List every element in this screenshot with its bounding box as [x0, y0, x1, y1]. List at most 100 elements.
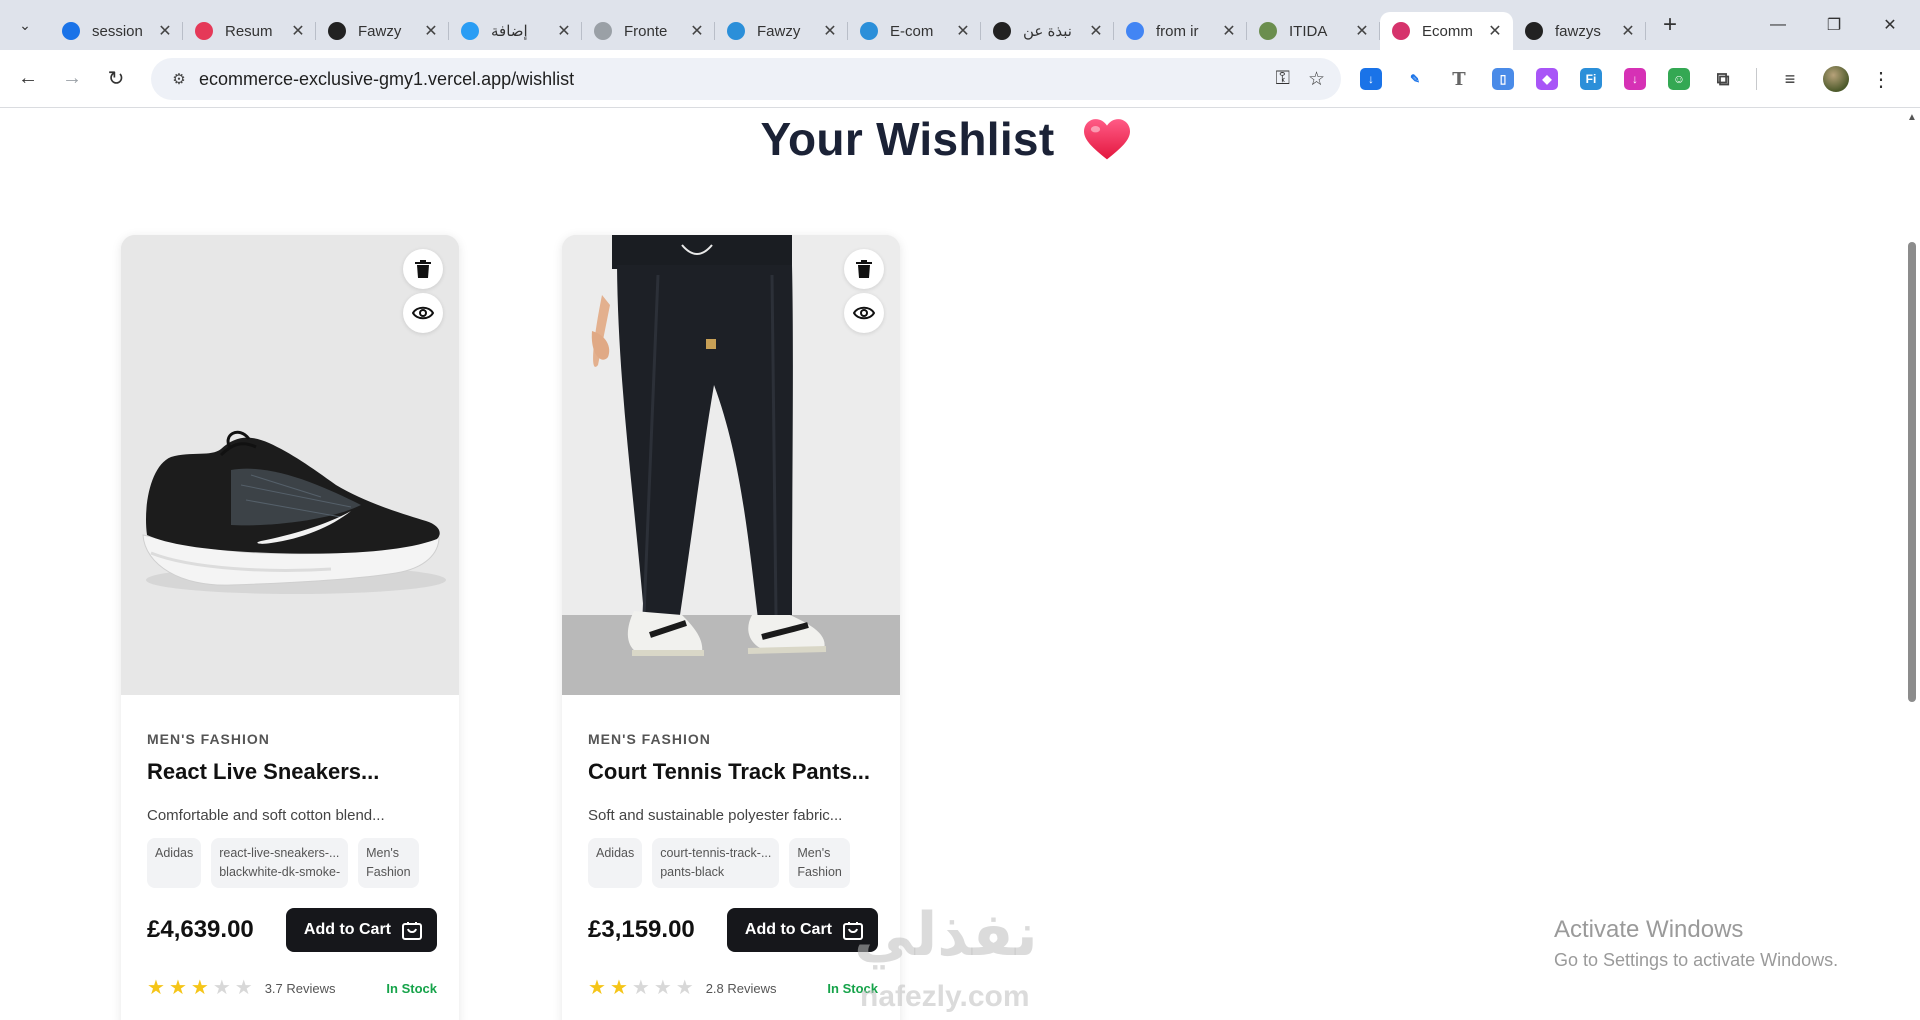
- tab-title: fawzys: [1555, 22, 1601, 40]
- puzzle-extensions-icon[interactable]: ⧉: [1712, 68, 1734, 90]
- extensions-area: ↓ ✎ T ▯ ◆ Fi ↓ ☺ ⧉ ≡ ⋮: [1360, 58, 1891, 100]
- tab-close-icon[interactable]: ✕: [689, 21, 705, 41]
- quick-view-button[interactable]: [403, 293, 443, 333]
- circle-app-icon: [461, 22, 479, 40]
- tab-close-icon[interactable]: ✕: [290, 21, 306, 41]
- restore-button[interactable]: ❐: [1806, 0, 1862, 50]
- tab-title: Fawzy: [358, 22, 402, 40]
- browser-tab[interactable]: fawzys ✕: [1513, 12, 1646, 50]
- review-count[interactable]: 3.7 Reviews: [265, 981, 336, 996]
- price-row: £4,639.00 Add to Cart: [147, 908, 437, 952]
- scroll-thumb[interactable]: [1908, 242, 1916, 702]
- add-to-cart-button[interactable]: Add to Cart: [285, 908, 437, 952]
- tab-search-button[interactable]: ⌄: [0, 0, 50, 50]
- tab-close-icon[interactable]: ✕: [822, 21, 838, 41]
- media-controls-icon[interactable]: ≡: [1779, 68, 1801, 90]
- star-icon: ★: [147, 977, 165, 999]
- scroll-up-arrow-icon[interactable]: ▲: [1907, 112, 1917, 123]
- browser-tab[interactable]: ITIDA ✕: [1247, 12, 1380, 50]
- back-button[interactable]: ←: [6, 57, 50, 101]
- tab-close-icon[interactable]: ✕: [1620, 21, 1636, 41]
- angular-icon: [1392, 22, 1410, 40]
- tag-slug: court-tennis-track-... pants-black: [652, 838, 780, 888]
- tag-category: Men's Fashion: [358, 838, 419, 888]
- robot-extension-icon[interactable]: ☺: [1668, 68, 1690, 90]
- site-info-icon[interactable]: ⚙: [159, 70, 199, 88]
- tab-close-icon[interactable]: ✕: [1088, 21, 1104, 41]
- browser-tab[interactable]: Fawzy ✕: [715, 12, 848, 50]
- tab-close-icon[interactable]: ✕: [556, 21, 572, 41]
- close-window-button[interactable]: ✕: [1862, 0, 1918, 50]
- tab-close-icon[interactable]: ✕: [955, 21, 971, 41]
- add-to-cart-label: Add to Cart: [303, 921, 391, 938]
- tab-title: Fawzy: [757, 22, 801, 40]
- tab-title: Resum: [225, 22, 273, 40]
- tab-strip: ⌄ session ✕ Resum ✕ Fawzy ✕ إضافة ✕ Fronte ✕ Fawzy…: [0, 0, 1920, 50]
- remove-from-wishlist-button[interactable]: [403, 249, 443, 289]
- stock-status: In Stock: [386, 980, 437, 996]
- minimize-button[interactable]: —: [1750, 0, 1806, 50]
- fi-extension-icon[interactable]: Fi: [1580, 68, 1602, 90]
- eye-icon: [412, 306, 434, 320]
- trash-icon: [415, 260, 431, 278]
- forward-button[interactable]: →: [50, 57, 94, 101]
- product-description: Comfortable and soft cotton blend...: [147, 807, 385, 824]
- star-icon: ★: [212, 977, 231, 999]
- password-key-icon[interactable]: ⚿: [1275, 68, 1289, 91]
- browser-tab[interactable]: Resum ✕: [183, 12, 316, 50]
- profile-avatar[interactable]: [1823, 66, 1849, 92]
- toolbar-separator: [1756, 68, 1757, 90]
- bird-app-icon: [860, 22, 878, 40]
- trash-icon: [856, 260, 872, 278]
- tab-title: Fronte: [624, 22, 668, 40]
- openai-icon: [993, 22, 1011, 40]
- watermark-arabic: نفذلي: [854, 900, 1038, 970]
- pen-extension-icon[interactable]: ✎: [1404, 68, 1426, 90]
- star-rating: ★ ★ ★ ★ ★: [147, 978, 253, 998]
- browser-tab[interactable]: Ecomm ✕: [1380, 12, 1513, 50]
- page-title-text: Your Wishlist: [760, 113, 1055, 165]
- save-extension-icon[interactable]: ↓: [1624, 68, 1646, 90]
- review-count[interactable]: 2.8 Reviews: [706, 981, 777, 996]
- card-body: MEN'S FASHION Court Tennis Track Pants..…: [588, 695, 878, 998]
- new-tab-button[interactable]: +: [1652, 7, 1688, 43]
- docs-extension-icon[interactable]: ▯: [1492, 68, 1514, 90]
- browser-tab[interactable]: إضافة ✕: [449, 12, 582, 50]
- remove-from-wishlist-button[interactable]: [844, 249, 884, 289]
- tab-close-icon[interactable]: ✕: [1221, 21, 1237, 41]
- address-bar[interactable]: ⚙ ecommerce-exclusive-gmy1.vercel.app/wi…: [151, 58, 1341, 100]
- url-text[interactable]: ecommerce-exclusive-gmy1.vercel.app/wish…: [199, 69, 574, 90]
- browser-tab[interactable]: from ir ✕: [1114, 12, 1247, 50]
- quick-view-button[interactable]: [844, 293, 884, 333]
- text-extension-icon[interactable]: T: [1448, 68, 1470, 90]
- product-tags: Adidas react-live-sneakers-... blackwhite…: [147, 838, 437, 888]
- browser-tab[interactable]: session ✕: [50, 12, 183, 50]
- tab-close-icon[interactable]: ✕: [157, 21, 173, 41]
- browser-tab[interactable]: Fawzy ✕: [316, 12, 449, 50]
- wishlist-card: MEN'S FASHION Court Tennis Track Pants..…: [562, 235, 900, 1020]
- bookmark-star-icon[interactable]: ☆: [1308, 68, 1325, 91]
- download-extension-icon[interactable]: ↓: [1360, 68, 1382, 90]
- cart-icon: [402, 922, 422, 940]
- eye-icon: [853, 306, 875, 320]
- browser-tab[interactable]: نبذة عن ✕: [981, 12, 1114, 50]
- product-name[interactable]: React Live Sneakers...: [147, 759, 437, 785]
- purple-extension-icon[interactable]: ◆: [1536, 68, 1558, 90]
- tab-close-icon[interactable]: ✕: [1487, 21, 1503, 41]
- reload-button[interactable]: ↻: [94, 57, 138, 101]
- tab-close-icon[interactable]: ✕: [1354, 21, 1370, 41]
- github-icon: [1525, 22, 1543, 40]
- tab-close-icon[interactable]: ✕: [423, 21, 439, 41]
- browser-tab[interactable]: E-com ✕: [848, 12, 981, 50]
- tag-brand: Adidas: [147, 838, 202, 888]
- product-image-sneakers[interactable]: [121, 235, 459, 695]
- bird-app-icon: [727, 22, 745, 40]
- page-scrollbar[interactable]: ▲: [1904, 108, 1920, 1020]
- product-name[interactable]: Court Tennis Track Pants...: [588, 759, 878, 785]
- product-category: MEN'S FASHION: [147, 731, 270, 747]
- browser-tab[interactable]: Fronte ✕: [582, 12, 715, 50]
- browser-menu-icon[interactable]: ⋮: [1871, 67, 1891, 92]
- tab-title: نبذة عن: [1023, 23, 1072, 40]
- product-image-track-pants[interactable]: [562, 235, 900, 695]
- star-icon: ★: [631, 977, 650, 999]
